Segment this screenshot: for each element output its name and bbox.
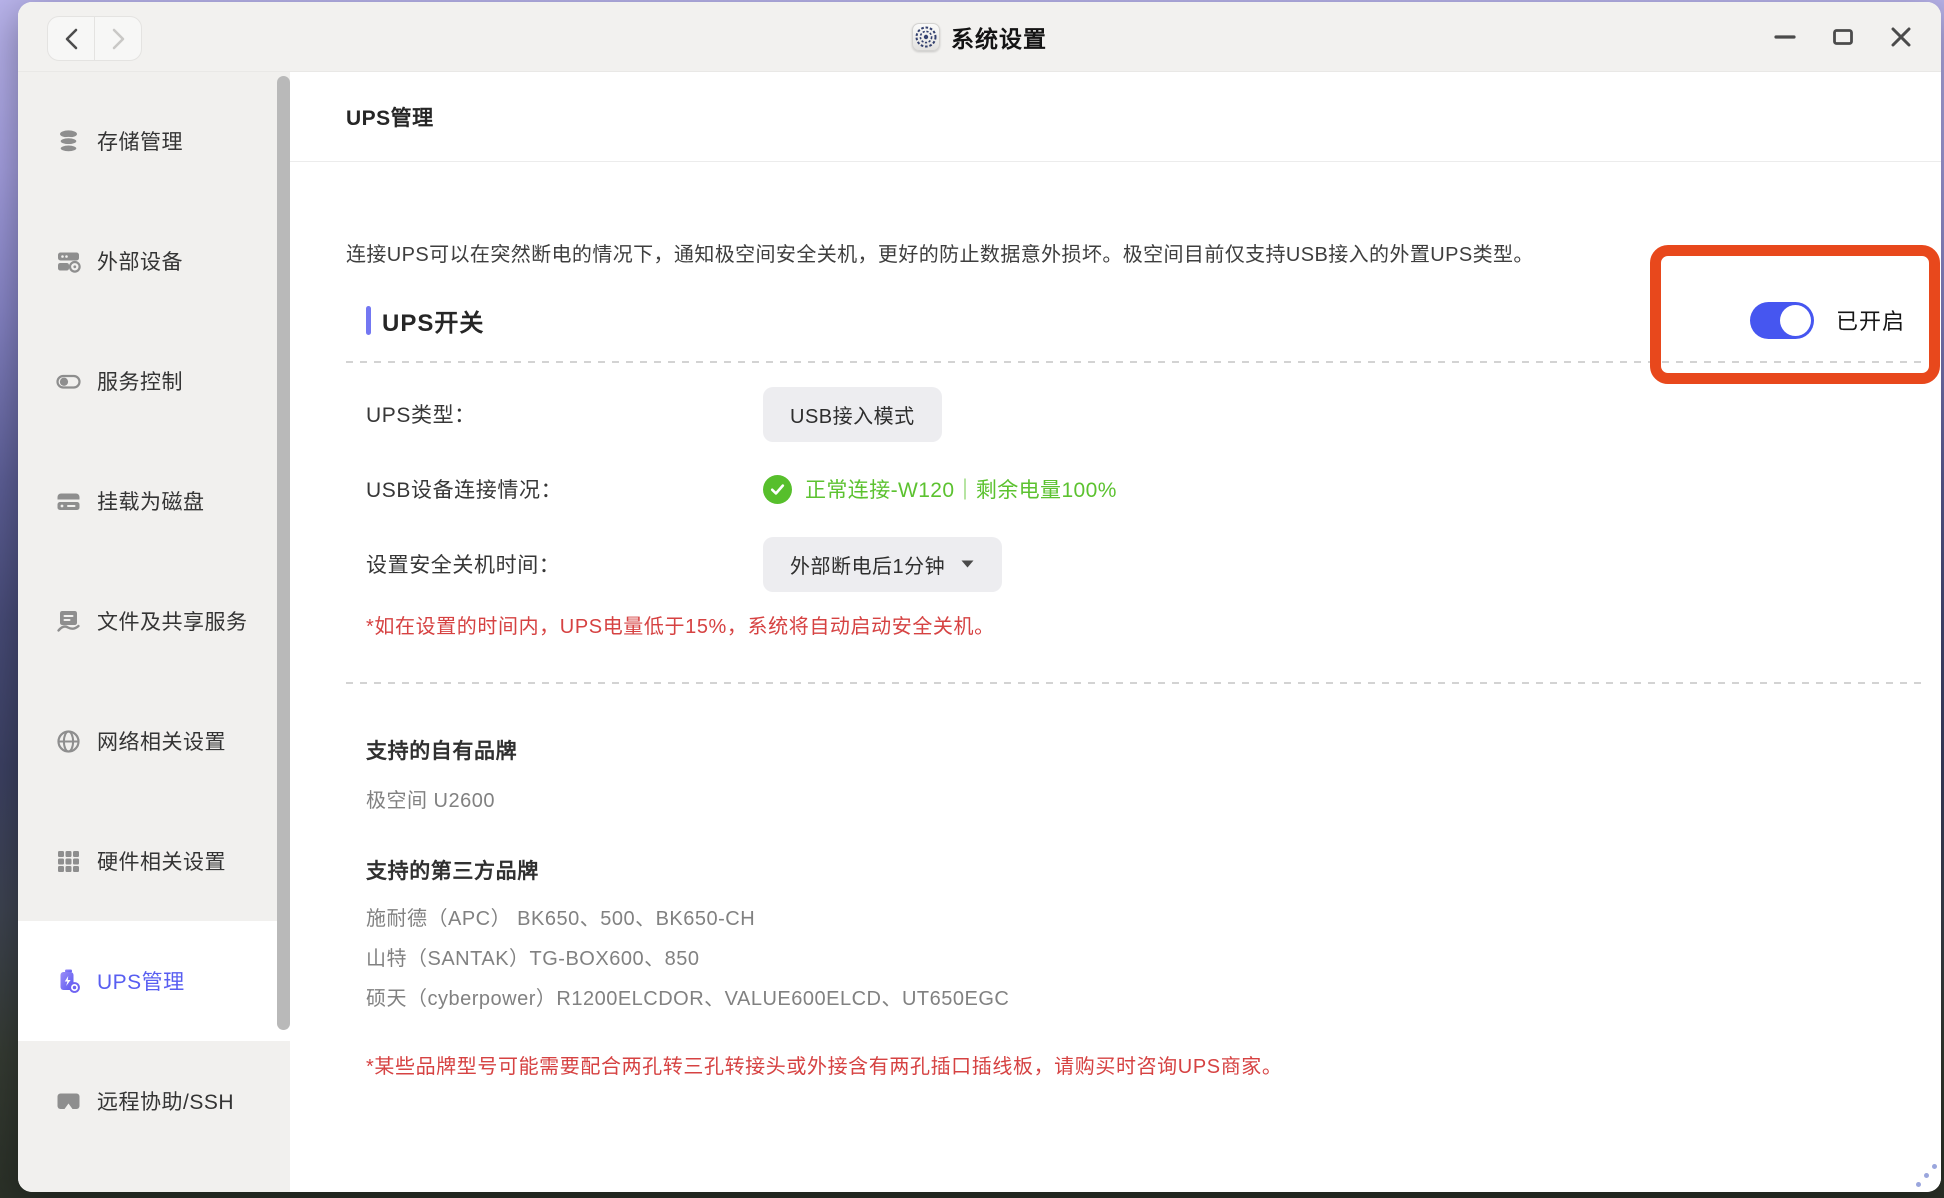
sidebar-item-label: 服务控制 (97, 366, 183, 396)
sidebar-item-remote-ssh[interactable]: 远程协助/SSH (18, 1041, 290, 1161)
title-area: 系统设置 (18, 2, 1941, 72)
third-party-item: 硕天（cyberpower）R1200ELCDOR、VALUE600ELCD、U… (366, 982, 1009, 1011)
sidebar-item-storage[interactable]: 存储管理 (18, 81, 290, 201)
sidebar-item-label: 远程协助/SSH (97, 1086, 234, 1116)
minimize-icon (1773, 25, 1797, 49)
window-title: 系统设置 (951, 20, 1047, 54)
sidebar-item-label: UPS管理 (97, 966, 185, 996)
sidebar-item-ups-management[interactable]: UPS管理 (18, 921, 290, 1041)
shutdown-time-label: 设置安全关机时间： (366, 549, 763, 579)
usb-status-value: 正常连接-W120｜剩余电量100% (763, 474, 1117, 504)
sidebar-item-label: 网络相关设置 (97, 726, 226, 756)
shutdown-warning-text: *如在设置的时间内，UPS电量低于15%，系统将自动启动安全关机。 (366, 613, 1881, 642)
app-icon (912, 23, 940, 51)
third-party-item: 山特（SANTAK）TG-BOX600、850 (366, 942, 699, 971)
page-header: UPS管理 (290, 72, 1941, 162)
section-title: UPS开关 (366, 303, 484, 338)
sidebar: 存储管理 外部设备 服务控制 (18, 72, 290, 1192)
ups-type-value-chip: USB接入模式 (763, 387, 942, 442)
brands-warning-text: *某些品牌型号可能需要配合两孔转三孔转接头或外接含有两孔插口插线板，请购买时咨询… (366, 1053, 1881, 1082)
storage-icon (55, 128, 82, 155)
window-controls (1773, 2, 1913, 72)
remote-ssh-icon (55, 1088, 82, 1115)
toggle-knob (1780, 305, 1811, 336)
green-check-icon (763, 475, 792, 504)
system-settings-window: 系统设置 存储管理 (18, 2, 1941, 1192)
resize-grip[interactable] (1907, 1157, 1937, 1187)
usb-status-row: USB设备连接情况： 正常连接-W120｜剩余电量100% (366, 463, 1905, 515)
external-device-icon (55, 248, 82, 275)
sidebar-item-network-settings[interactable]: 网络相关设置 (18, 681, 290, 801)
ups-battery-icon (55, 968, 82, 995)
ups-switch-section: UPS开关 已开启 (366, 294, 1905, 346)
sidebar-item-label: 文件及共享服务 (97, 606, 248, 636)
sidebar-item-label: 硬件相关设置 (97, 846, 226, 876)
dotted-divider (346, 361, 1921, 363)
sidebar-scrollbar-thumb[interactable] (277, 76, 290, 1030)
third-party-item: 施耐德（APC） BK650、500、BK650-CH (366, 902, 755, 931)
usb-status-label: USB设备连接情况： (366, 474, 763, 504)
section-accent-bar (366, 306, 371, 335)
ups-toggle-group: 已开启 (1750, 302, 1905, 339)
section-title-label: UPS开关 (382, 303, 484, 338)
network-globe-icon (55, 728, 82, 755)
toggle-state-label: 已开启 (1836, 304, 1905, 336)
sidebar-item-mount-disk[interactable]: 挂载为磁盘 (18, 441, 290, 561)
close-icon (1889, 25, 1913, 49)
ups-switch-toggle[interactable] (1750, 302, 1814, 339)
shutdown-time-row: 设置安全关机时间： 外部断电后1分钟 (366, 538, 1905, 590)
own-brand-title: 支持的自有品牌 (366, 735, 517, 765)
file-share-icon (55, 608, 82, 635)
page-title: UPS管理 (346, 102, 434, 132)
sidebar-item-external-device[interactable]: 外部设备 (18, 201, 290, 321)
service-toggle-icon (55, 368, 82, 395)
sidebar-item-label: 挂载为磁盘 (97, 486, 205, 516)
mount-disk-icon (55, 488, 82, 515)
ups-type-row: UPS类型： USB接入模式 (366, 388, 1905, 440)
maximize-icon (1831, 25, 1855, 49)
third-party-title: 支持的第三方品牌 (366, 855, 539, 885)
shutdown-time-value: 外部断电后1分钟 (790, 550, 945, 579)
hardware-grid-icon (55, 848, 82, 875)
maximize-button[interactable] (1831, 25, 1855, 49)
main-content: UPS管理 连接UPS可以在突然断电的情况下，通知极空间安全关机，更好的防止数据… (290, 72, 1941, 1192)
sidebar-item-file-share[interactable]: 文件及共享服务 (18, 561, 290, 681)
sidebar-item-label: 存储管理 (97, 126, 183, 156)
ups-type-label: UPS类型： (366, 399, 763, 429)
shutdown-time-dropdown[interactable]: 外部断电后1分钟 (763, 537, 1002, 592)
minimize-button[interactable] (1773, 25, 1797, 49)
own-brand-item: 极空间 U2600 (366, 784, 495, 813)
dotted-divider (346, 682, 1921, 684)
caret-down-icon (960, 559, 975, 569)
page-description: 连接UPS可以在突然断电的情况下，通知极空间安全关机，更好的防止数据意外损坏。极… (346, 240, 1881, 270)
sidebar-item-hardware-settings[interactable]: 硬件相关设置 (18, 801, 290, 921)
close-button[interactable] (1889, 25, 1913, 49)
titlebar: 系统设置 (18, 2, 1941, 72)
usb-status-text: 正常连接-W120｜剩余电量100% (805, 474, 1117, 504)
sidebar-item-service-control[interactable]: 服务控制 (18, 321, 290, 441)
sidebar-item-label: 外部设备 (97, 246, 183, 276)
